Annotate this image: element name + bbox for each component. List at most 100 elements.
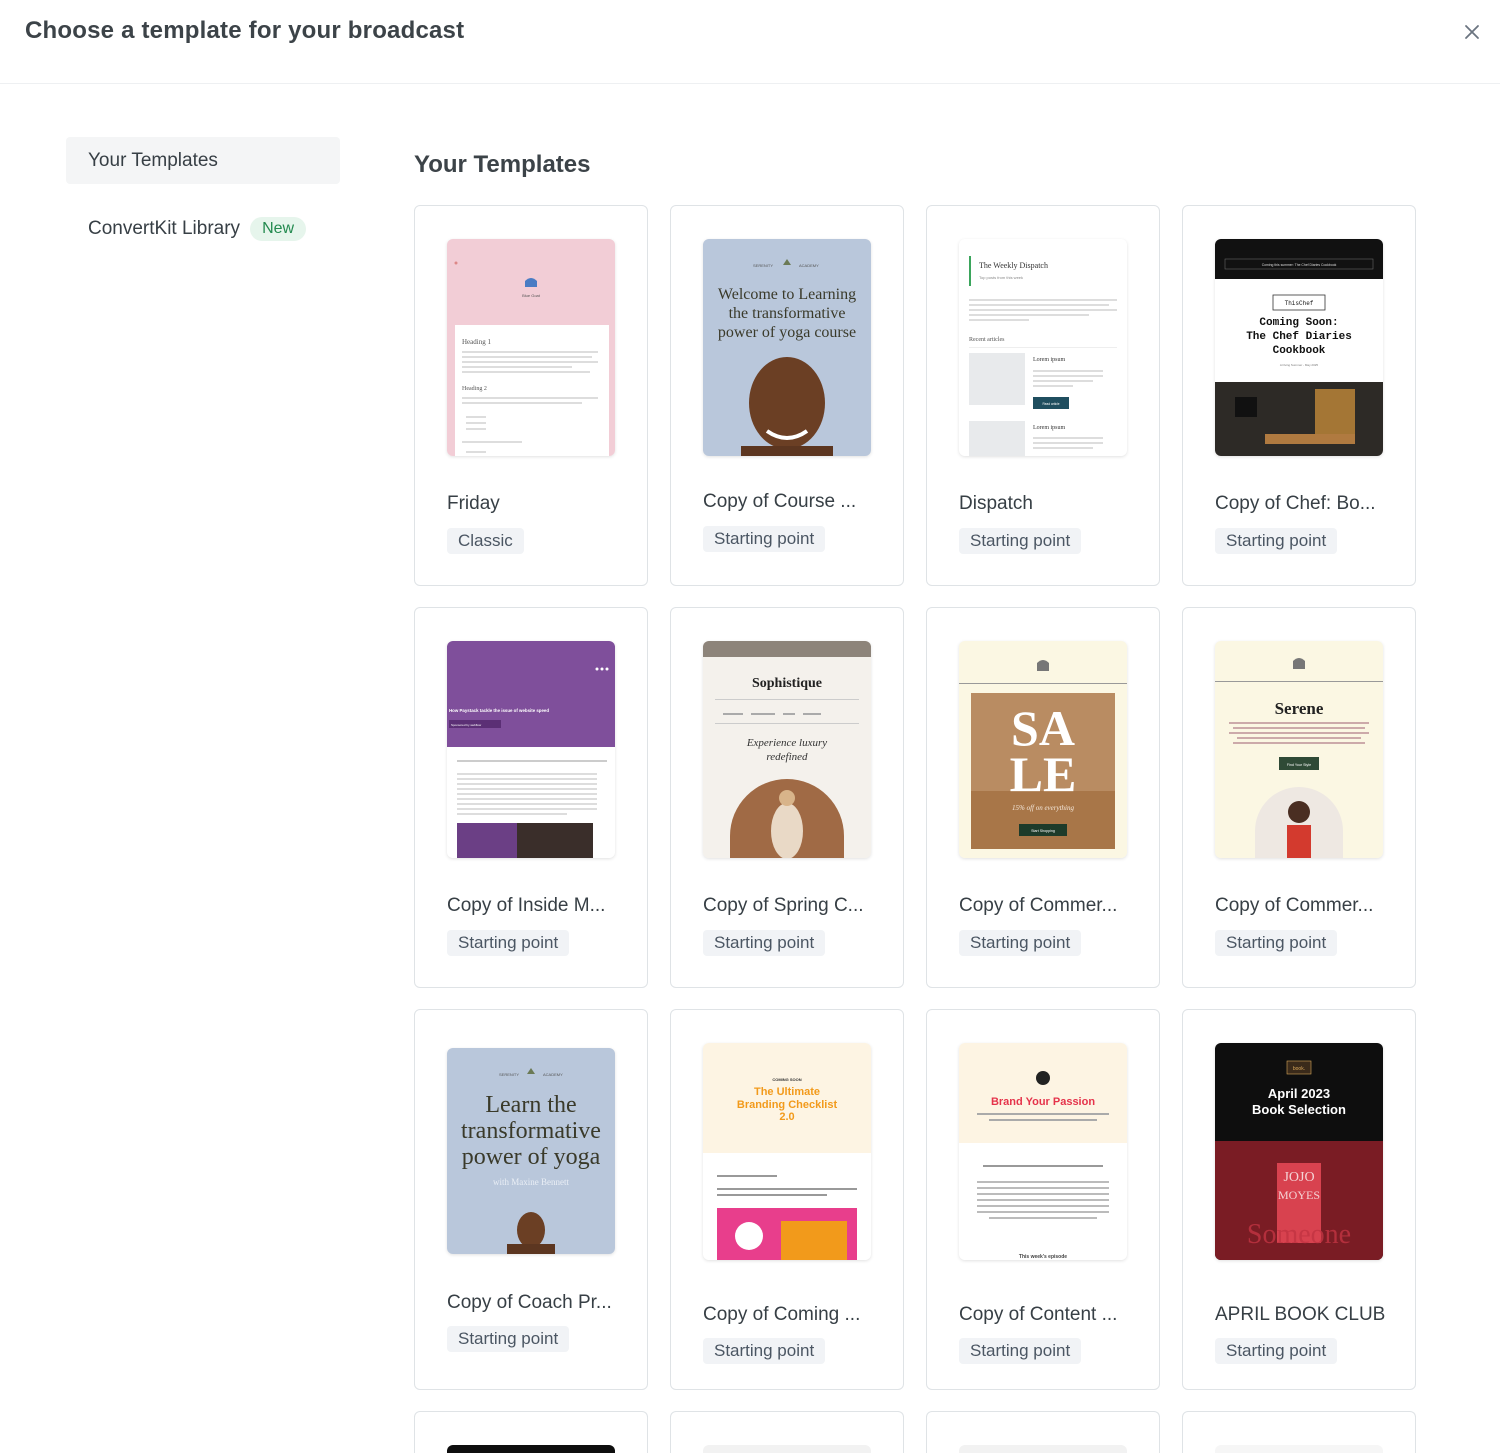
svg-text:This week's episode: This week's episode: [1019, 1254, 1067, 1260]
svg-text:Serene: Serene: [1275, 699, 1324, 718]
svg-text:Coming Soon:: Coming Soon:: [1259, 317, 1338, 329]
sidebar-item-your-templates[interactable]: Your Templates: [66, 137, 340, 184]
template-card-partial[interactable]: [1182, 1411, 1416, 1453]
template-card-course[interactable]: SERENITY ACADEMY Welcome to Learning the…: [670, 205, 904, 586]
template-thumbnail: [703, 1445, 871, 1453]
template-thumbnail: [447, 1445, 615, 1453]
new-badge: New: [250, 216, 307, 241]
svg-text:Welcome to Learning: Welcome to Learning: [718, 286, 856, 303]
template-card-friday[interactable]: Blue Goat Heading 1 Heading 2 Friday Cla…: [414, 205, 648, 586]
svg-text:COMING SOON: COMING SOON: [772, 1077, 801, 1082]
close-icon: [1465, 25, 1479, 39]
template-card-dispatch[interactable]: The Weekly Dispatch Top posts from this …: [926, 205, 1160, 586]
svg-text:MOYES: MOYES: [1278, 1188, 1320, 1202]
template-name: Copy of Coach Pr...: [447, 1292, 612, 1313]
template-tag: Starting point: [1215, 930, 1338, 956]
template-tag: Starting point: [447, 1326, 570, 1352]
template-grid: Blue Goat Heading 1 Heading 2 Friday Cla…: [414, 205, 1416, 1453]
template-tag: Starting point: [447, 930, 570, 956]
template-thumbnail: Coming this summer: The Chef Diaries Coo…: [1215, 239, 1383, 456]
svg-text:Read article: Read article: [1042, 402, 1059, 406]
svg-text:Someone: Someone: [1247, 1219, 1351, 1250]
template-thumbnail: SERENITY ACADEMY Welcome to Learning the…: [703, 239, 871, 456]
section-title: Your Templates: [414, 151, 591, 178]
template-card-book-club[interactable]: book. April 2023 Book Selection JOJO MOY…: [1182, 1009, 1416, 1390]
svg-text:Blue Goat: Blue Goat: [522, 293, 541, 298]
template-card-content[interactable]: Brand Your Passion This week's episode C…: [926, 1009, 1160, 1390]
svg-text:15% off on everything: 15% off on everything: [1012, 804, 1075, 812]
mic-icon: [1036, 1071, 1050, 1085]
template-card-inside[interactable]: How Paystack tackle the issue of website…: [414, 607, 648, 988]
svg-text:SERENITY: SERENITY: [499, 1072, 519, 1077]
template-name: Copy of Inside M...: [447, 895, 606, 916]
template-thumbnail: Sophistique Experience luxury redefined: [703, 641, 871, 858]
svg-text:April 2023: April 2023: [1268, 1086, 1330, 1101]
svg-text:the transformative: the transformative: [729, 305, 846, 322]
modal-header: Choose a template for your broadcast: [0, 0, 1500, 84]
template-thumbnail: [959, 1445, 1127, 1453]
svg-text:Experience luxury: Experience luxury: [746, 737, 827, 749]
template-card-coach[interactable]: SERENITY ACADEMY Learn the transformativ…: [414, 1009, 648, 1390]
template-card-partial[interactable]: [670, 1411, 904, 1453]
template-thumbnail: SERENITY ACADEMY Learn the transformativ…: [447, 1048, 615, 1254]
template-thumbnail: Brand Your Passion This week's episode: [959, 1043, 1127, 1260]
sidebar: Your Templates ConvertKit Library New: [66, 137, 340, 252]
svg-text:2.0: 2.0: [779, 1111, 794, 1123]
sidebar-item-label: Your Templates: [88, 149, 218, 171]
lamp-icon: [1293, 658, 1305, 669]
svg-text:ThisChef: ThisChef: [1285, 300, 1314, 307]
svg-text:Recent articles: Recent articles: [969, 337, 1005, 343]
svg-text:Coming this summer: The Chef D: Coming this summer: The Chef Diaries Coo…: [1262, 263, 1337, 267]
svg-text:Brand Your Passion: Brand Your Passion: [991, 1096, 1095, 1108]
template-thumbnail: Blue Goat Heading 1 Heading 2: [447, 239, 615, 456]
svg-text:Sponsored by webflow: Sponsored by webflow: [451, 723, 482, 727]
svg-text:Lorem ipsum: Lorem ipsum: [1033, 425, 1065, 431]
svg-text:with Maxine Bennett: with Maxine Bennett: [493, 1177, 569, 1187]
template-tag: Starting point: [959, 528, 1082, 554]
close-button[interactable]: [1458, 18, 1486, 46]
template-name: Copy of Commer...: [1215, 895, 1374, 916]
template-name: Copy of Course ...: [703, 491, 857, 512]
template-card-commerce-sale[interactable]: SA LE 15% off on everything Start Shoppi…: [926, 607, 1160, 988]
svg-text:power of yoga course: power of yoga course: [718, 324, 856, 341]
svg-text:Learn the: Learn the: [485, 1092, 576, 1118]
template-card-chef[interactable]: Coming this summer: The Chef Diaries Coo…: [1182, 205, 1416, 586]
svg-text:Branding Checklist: Branding Checklist: [737, 1099, 838, 1111]
template-card-spring[interactable]: Sophistique Experience luxury redefined …: [670, 607, 904, 988]
svg-text:book.: book.: [1293, 1066, 1305, 1072]
template-card-coming[interactable]: COMING SOON The Ultimate Branding Checkl…: [670, 1009, 904, 1390]
template-name: Copy of Commer...: [959, 895, 1118, 916]
svg-text:Lorem ipsum: Lorem ipsum: [1033, 357, 1065, 363]
template-tag: Starting point: [959, 930, 1082, 956]
svg-text:JOJO: JOJO: [1283, 1170, 1314, 1185]
svg-text:Find Your Style: Find Your Style: [1287, 763, 1311, 767]
template-tag: Starting point: [703, 930, 826, 956]
template-card-partial[interactable]: [414, 1411, 648, 1453]
template-thumbnail: [1215, 1445, 1383, 1453]
svg-text:How Paystack tackle the issue: How Paystack tackle the issue of website…: [449, 708, 549, 713]
template-thumbnail: How Paystack tackle the issue of website…: [447, 641, 615, 858]
svg-text:SERENITY: SERENITY: [753, 263, 773, 268]
template-tag: Starting point: [959, 1338, 1082, 1364]
lamp-icon: [1037, 660, 1049, 671]
sidebar-item-label: ConvertKit Library: [88, 217, 241, 239]
svg-text:Heading 1: Heading 1: [462, 338, 491, 346]
svg-text:transformative: transformative: [461, 1118, 601, 1144]
template-name: Copy of Coming ...: [703, 1304, 861, 1325]
svg-text:ACADEMY: ACADEMY: [799, 263, 819, 268]
template-tag: Starting point: [1215, 1338, 1338, 1364]
svg-text:Top posts from this week: Top posts from this week: [979, 275, 1023, 280]
template-tag: Starting point: [1215, 528, 1338, 554]
sidebar-item-convertkit-library[interactable]: ConvertKit Library New: [66, 205, 340, 252]
svg-text:Heading 2: Heading 2: [462, 386, 487, 392]
template-tag: Starting point: [703, 526, 826, 552]
svg-text:Book Selection: Book Selection: [1252, 1102, 1346, 1117]
template-thumbnail: The Weekly Dispatch Top posts from this …: [959, 239, 1127, 456]
svg-text:redefined: redefined: [766, 751, 808, 763]
template-name: Copy of Spring C...: [703, 895, 864, 916]
template-card-commerce-serene[interactable]: Serene Find Your Style Copy of Commer...…: [1182, 607, 1416, 988]
template-thumbnail: COMING SOON The Ultimate Branding Checkl…: [703, 1043, 871, 1260]
template-name: Copy of Chef: Bo...: [1215, 493, 1376, 514]
svg-text:ACADEMY: ACADEMY: [543, 1072, 563, 1077]
template-card-partial[interactable]: [926, 1411, 1160, 1453]
